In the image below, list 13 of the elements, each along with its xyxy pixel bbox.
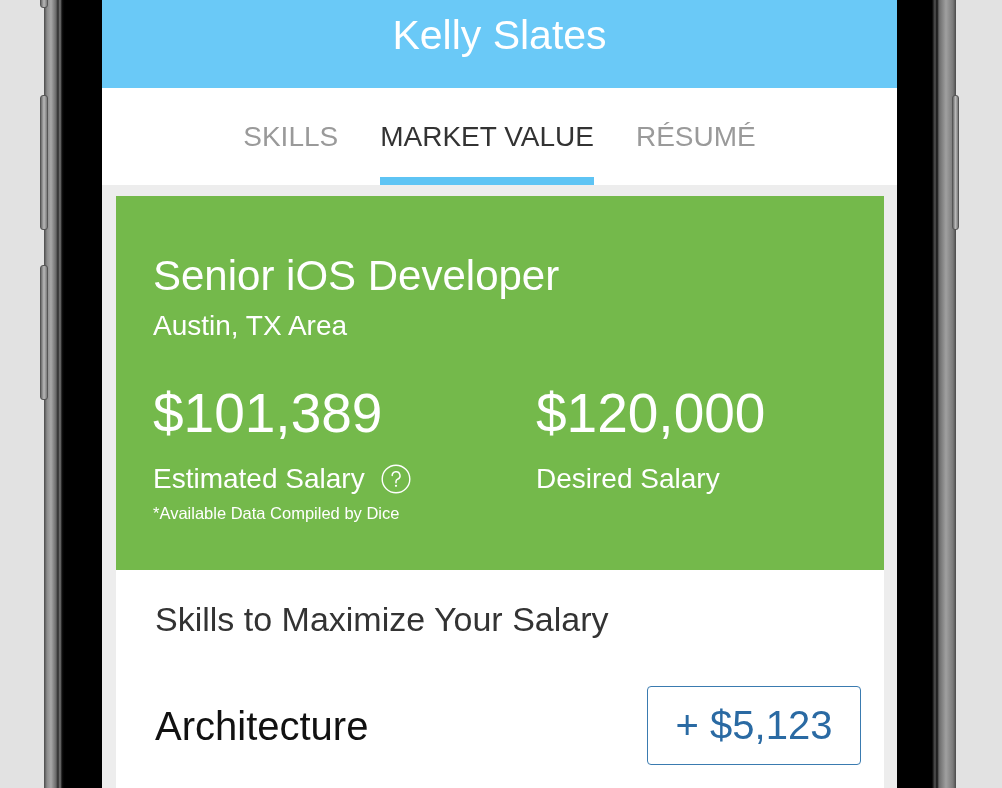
- help-icon[interactable]: [380, 464, 411, 494]
- profile-name: Kelly Slates: [392, 11, 607, 59]
- job-title: Senior iOS Developer: [153, 251, 561, 301]
- salary-label: Estimated Salary: [153, 463, 365, 495]
- tab[interactable]: MARKET VALUE: [380, 121, 594, 185]
- salary-amount: $101,389: [153, 381, 384, 445]
- data-source-note: *Available Data Compiled by Dice: [153, 504, 401, 522]
- salary-boost-button[interactable]: + $5,123: [647, 686, 861, 765]
- skill-name: Architecture: [155, 702, 369, 749]
- salary-amount: $120,000: [536, 381, 767, 445]
- section-heading: Skills to Maximize Your Salary: [155, 600, 610, 638]
- salary-label: Desired Salary: [536, 463, 720, 495]
- job-location: Austin, TX Area: [153, 310, 349, 342]
